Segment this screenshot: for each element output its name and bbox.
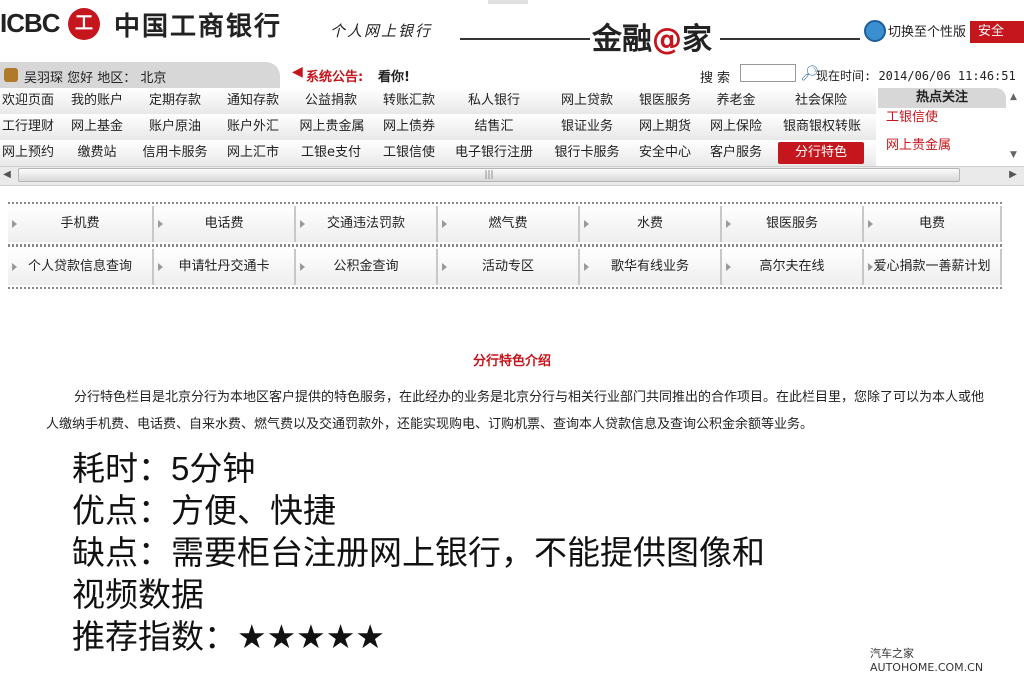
service-button[interactable]: 水费 [580,206,722,242]
announcement-text[interactable]: 看你! [378,66,410,85]
icbc-logo-text: ICBC [0,8,61,38]
current-time: 现在时间: 2014/06/06 11:46:51 [816,69,1016,83]
scroll-right-icon[interactable]: ▶ [1006,168,1020,182]
nav-item-funds[interactable]: 网上基金 [62,114,132,140]
user-greeting: 吴羽琛 您好 地区： 北京 [24,71,167,86]
nav-item-crude-oil[interactable]: 账户原油 [140,114,210,140]
nav-item-branch-features[interactable]: 分行特色 [778,142,864,164]
nav-item-medical[interactable]: 银医服务 [630,88,700,114]
scroll-down-icon[interactable]: ▼ [1010,150,1024,164]
section-description: 分行特色栏目是北京分行为本地区客户提供的特色服务，在此经办的业务是北京分行与相关… [46,390,985,432]
service-button[interactable]: 燃气费 [438,206,580,242]
brand-logo: 金融@家 [592,22,712,57]
nav-item-securities[interactable]: 银证业务 [550,114,624,140]
announcement-label: 系统公告: [306,70,364,85]
service-button[interactable]: 交通违法罚款 [296,206,438,242]
nav-item-payment[interactable]: 缴费站 [62,140,132,166]
announcement-icon: ◀ [292,64,303,80]
nav-item-epay[interactable]: 工银e支付 [296,140,366,166]
service-button[interactable]: 活动专区 [438,249,580,285]
service-button[interactable]: 银医服务 [722,206,864,242]
review-rating: 推荐指数：★★★★★ [72,618,385,655]
nav-row-3: 网上预约 缴费站 信用卡服务 网上汇市 工银e支付 工银信使 电子银行注册 银行… [0,140,876,167]
service-button[interactable]: 电费 [864,206,1002,242]
nav-item-wealth[interactable]: 工行理财 [0,114,56,140]
top-divider [488,0,528,4]
nav-item-transfer[interactable]: 转账汇款 [374,88,444,114]
nav-item-credit-card[interactable]: 信用卡服务 [136,140,214,166]
nav-item-customer-service[interactable]: 客户服务 [704,140,768,166]
switch-icon[interactable] [864,20,886,42]
nav-item-precious-metals[interactable]: 网上贵金属 [292,114,372,140]
icbc-logo-icon: 工 [68,8,100,40]
nav-item-insurance[interactable]: 网上保险 [706,114,766,140]
switch-version-link[interactable]: 切换至个性版 [888,21,966,40]
nav-item-loans[interactable]: 网上贷款 [550,88,624,114]
nav-item-notice-deposit[interactable]: 通知存款 [218,88,288,114]
nav-item-fixed-deposit[interactable]: 定期存款 [140,88,210,114]
nav-item-equity-transfer[interactable]: 银商银权转账 [776,114,868,140]
service-button[interactable]: 个人贷款信息查询 [8,249,154,285]
review-time: 耗时：5分钟 [72,450,256,487]
service-row-2: 个人贷款信息查询 申请牡丹交通卡 公积金查询 活动专区 歌华有线业务 高尔夫在线… [8,245,1002,289]
nav-item-fx-market[interactable]: 网上汇市 [218,140,288,166]
scroll-left-icon[interactable]: ◀ [0,168,14,182]
nav-item-forex[interactable]: 账户外汇 [218,114,288,140]
nav-item-donation[interactable]: 公益捐款 [296,88,366,114]
hot-topic-link[interactable]: 网上贵金属 [886,134,951,153]
nav-item-fx-settlement[interactable]: 结售汇 [452,114,536,140]
service-button[interactable]: 申请牡丹交通卡 [154,249,296,285]
service-button[interactable]: 手机费 [8,206,154,242]
nav-row-2: 工行理财 网上基金 账户原油 账户外汇 网上贵金属 网上债券 结售汇 银证业务 … [0,114,876,141]
nav-item-welcome[interactable]: 欢迎页面 [0,88,56,114]
nav-item-social-insurance[interactable]: 社会保险 [784,88,858,114]
scrollbar-thumb[interactable]: ||| [18,168,960,182]
service-button[interactable]: 高尔夫在线 [722,249,864,285]
user-icon [4,68,18,82]
service-button[interactable]: 电话费 [154,206,296,242]
bank-name: 中国工商银行 [114,12,283,42]
watermark: 汽车之家 AUTOHOME.COM.CN [870,647,984,674]
hot-topics-title: 热点关注 [878,88,1006,108]
scroll-up-icon[interactable]: ▲ [1010,92,1024,106]
nav-row-1: 欢迎页面 我的账户 定期存款 通知存款 公益捐款 转账汇款 私人银行 网上贷款 … [0,88,876,115]
nav-item-card-service[interactable]: 银行卡服务 [546,140,628,166]
review-pros: 优点：方便、快捷 [72,492,336,529]
security-button[interactable]: 安全 [970,21,1024,43]
service-row-1: 手机费 电话费 交通违法罚款 燃气费 水费 银医服务 电费 [8,202,1002,246]
service-button[interactable]: 公积金查询 [296,249,438,285]
nav-item-bonds[interactable]: 网上债券 [374,114,444,140]
hot-topic-link[interactable]: 工银信使 [886,106,938,125]
search-label: 搜索 [700,71,735,86]
service-button[interactable]: 爱心捐款一善薪计划 [864,249,1002,285]
review-cons-continued: 视频数据 [72,576,204,613]
nav-item-futures[interactable]: 网上期货 [630,114,700,140]
nav-item-private-bank[interactable]: 私人银行 [452,88,536,114]
search-input[interactable] [740,64,796,82]
nav-item-messenger[interactable]: 工银信使 [374,140,444,166]
service-button[interactable]: 歌华有线业务 [580,249,722,285]
nav-item-ebank-register[interactable]: 电子银行注册 [448,140,540,166]
header-divider [720,38,860,40]
bank-subtitle: 个人网上银行 [330,22,433,40]
header-divider [460,38,590,40]
nav-item-appointment[interactable]: 网上预约 [0,140,56,166]
nav-item-pension[interactable]: 养老金 [706,88,766,114]
nav-item-security-center[interactable]: 安全中心 [630,140,700,166]
review-cons: 缺点：需要柜台注册网上银行，不能提供图像和 [72,534,765,571]
nav-item-my-account[interactable]: 我的账户 [62,88,132,114]
section-title: 分行特色介绍 [472,354,551,369]
